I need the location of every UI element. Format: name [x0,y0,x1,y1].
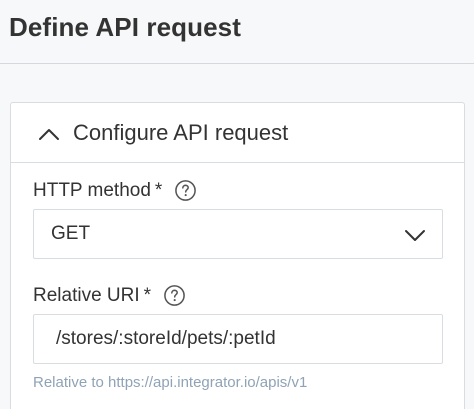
configure-api-request-panel: Configure API request HTTP method * GET … [10,102,465,409]
help-circle-icon[interactable] [174,179,197,202]
panel-toggle-header[interactable]: Configure API request [11,103,464,163]
panel-title: Configure API request [73,120,289,145]
required-mark: * [143,284,152,306]
page-title: Define API request [9,12,242,42]
http-method-label: HTTP method * [33,179,197,202]
page: Define API request Configure API request… [0,0,474,409]
help-circle-icon[interactable] [163,284,186,307]
page-header: Define API request [0,0,474,64]
http-method-value: GET [51,223,91,244]
http-method-select[interactable]: GET [33,209,443,259]
relative-uri-input[interactable] [33,314,443,364]
chevron-down-icon [405,230,425,241]
relative-uri-label: Relative URI * [33,284,186,307]
required-mark: * [154,179,163,201]
http-method-label-text: HTTP method [33,179,151,201]
relative-uri-label-text: Relative URI [33,284,140,306]
chevron-up-icon[interactable] [37,127,61,141]
relative-uri-helper-text: Relative to https://api.integrator.io/ap… [33,374,308,391]
